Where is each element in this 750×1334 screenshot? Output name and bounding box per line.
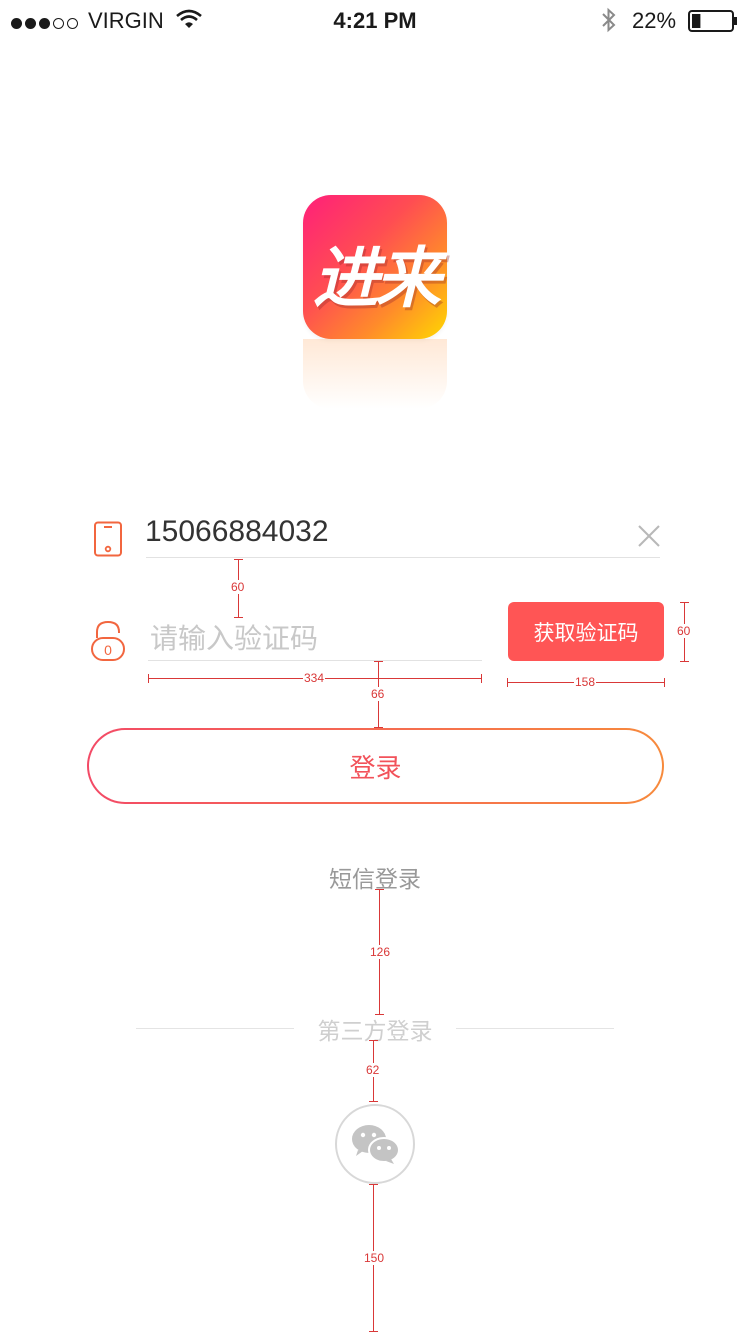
measure-tick [680, 661, 689, 662]
wechat-login-button[interactable] [335, 1104, 415, 1184]
close-icon[interactable] [637, 524, 661, 552]
measure-tick [375, 889, 384, 890]
svg-text:0: 0 [104, 642, 112, 658]
measure-tick [374, 727, 383, 728]
measure-tick [234, 617, 243, 618]
divider-right [456, 1028, 614, 1029]
code-input[interactable]: 请输入验证码 [150, 617, 318, 657]
measure-tick [369, 1184, 378, 1185]
wechat-icon [350, 1123, 402, 1171]
measure-label: 60 [230, 580, 246, 594]
app-logo: 进来 [303, 195, 447, 339]
logo-text: 进来 [313, 240, 441, 317]
status-bar: VIRGIN 4:21 PM 22% [0, 0, 750, 40]
measure-tick [369, 1101, 378, 1102]
measure-tick [148, 674, 149, 683]
code-underline [148, 660, 482, 661]
battery-percent: 22% [632, 8, 677, 33]
measure-tick [375, 1014, 384, 1015]
logo-reflection [303, 339, 447, 409]
phone-number-input[interactable]: 15066884032 [145, 515, 329, 549]
bluetooth-icon [600, 7, 618, 39]
login-button[interactable]: 登录 [87, 728, 664, 804]
measure-label: 66 [370, 687, 386, 701]
phone-underline [146, 557, 660, 558]
measure-tick [680, 602, 689, 603]
measure-label: 60 [676, 624, 692, 638]
measure-tick [234, 559, 243, 560]
measure-tick [664, 678, 665, 687]
divider-left [136, 1028, 294, 1029]
get-code-button[interactable]: 获取验证码 [508, 602, 664, 661]
measure-label: 62 [365, 1063, 381, 1077]
lock-icon: 0 [90, 620, 126, 666]
measure-label: 334 [303, 671, 326, 685]
phone-icon [93, 521, 123, 561]
measure-label: 158 [574, 675, 597, 689]
measure-tick [507, 678, 508, 687]
measure-tick [369, 1331, 378, 1332]
measure-label: 126 [369, 945, 392, 959]
measure-tick [374, 661, 383, 662]
measure-tick [481, 674, 482, 683]
measure-label: 150 [363, 1251, 386, 1265]
battery-icon [688, 10, 738, 38]
login-button-label: 登录 [349, 753, 402, 784]
measure-tick [369, 1040, 378, 1041]
